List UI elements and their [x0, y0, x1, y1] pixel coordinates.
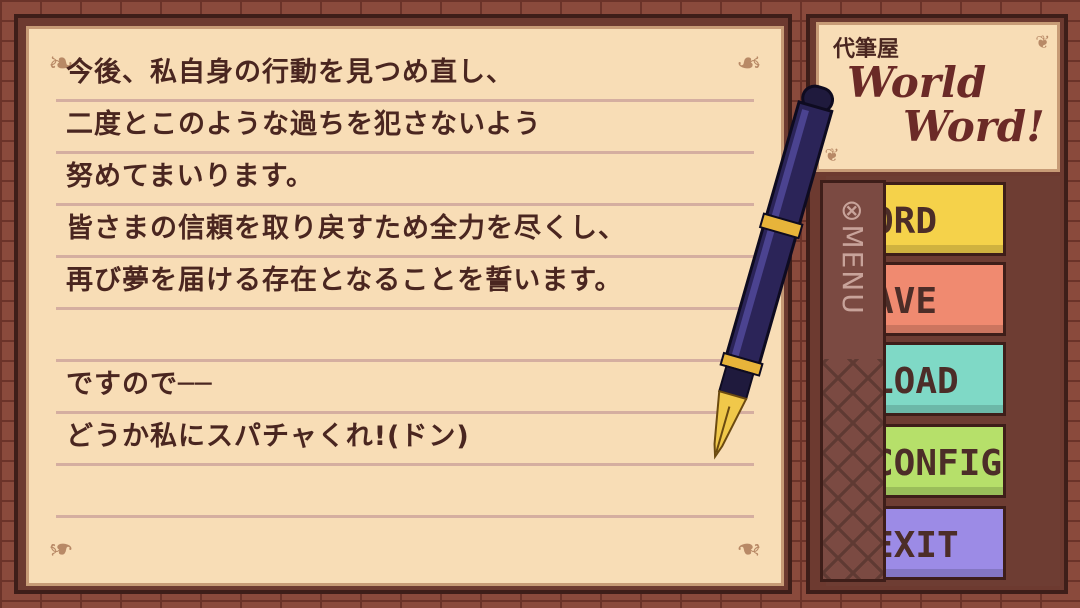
brand-logo: 代筆屋 World Word! ❦ ❦: [816, 22, 1060, 172]
menu-tab-label: ⊗MENU: [836, 199, 869, 316]
fountain-pen-icon: [713, 84, 834, 460]
menu-item-exit[interactable]: EXIT: [866, 506, 1006, 580]
letter-line: ですので──: [56, 362, 754, 414]
letter-line: 再び夢を届ける存在となることを誓います。: [56, 258, 754, 310]
letter-line: 皆さまの信頼を取り戻すため全力を尽くし、: [56, 206, 754, 258]
letter-line: [56, 466, 754, 518]
letter-line: 今後、私自身の行動を見つめ直し、: [56, 50, 754, 102]
menu-item-label: CONFIG: [872, 443, 1003, 484]
letter-line: どうか私にスパチャくれ!(ドン): [56, 414, 754, 466]
letter-line: 二度とこのような過ちを犯さないよう: [56, 102, 754, 154]
menu-item-save[interactable]: AVE: [866, 262, 1006, 336]
brand-title: World Word!: [847, 61, 1045, 149]
corner-ornament-icon: ❧: [49, 529, 73, 573]
brand-title-line2: Word!: [903, 102, 1045, 151]
letter-line: 努めてまいります。: [56, 154, 754, 206]
menu-item-load[interactable]: LOAD: [866, 342, 1006, 416]
swirl-ornament-icon: ❦: [1035, 29, 1049, 54]
letter-text[interactable]: 今後、私自身の行動を見つめ直し、 二度とこのような過ちを犯さないよう 努めてまい…: [56, 50, 754, 518]
menu-item-config[interactable]: CONFIG: [866, 424, 1006, 498]
brand-title-line1: World: [847, 58, 987, 107]
corner-ornament-icon: ❧: [737, 529, 761, 573]
letter-line: [56, 310, 754, 362]
menu-item-word[interactable]: ORD: [866, 182, 1006, 256]
